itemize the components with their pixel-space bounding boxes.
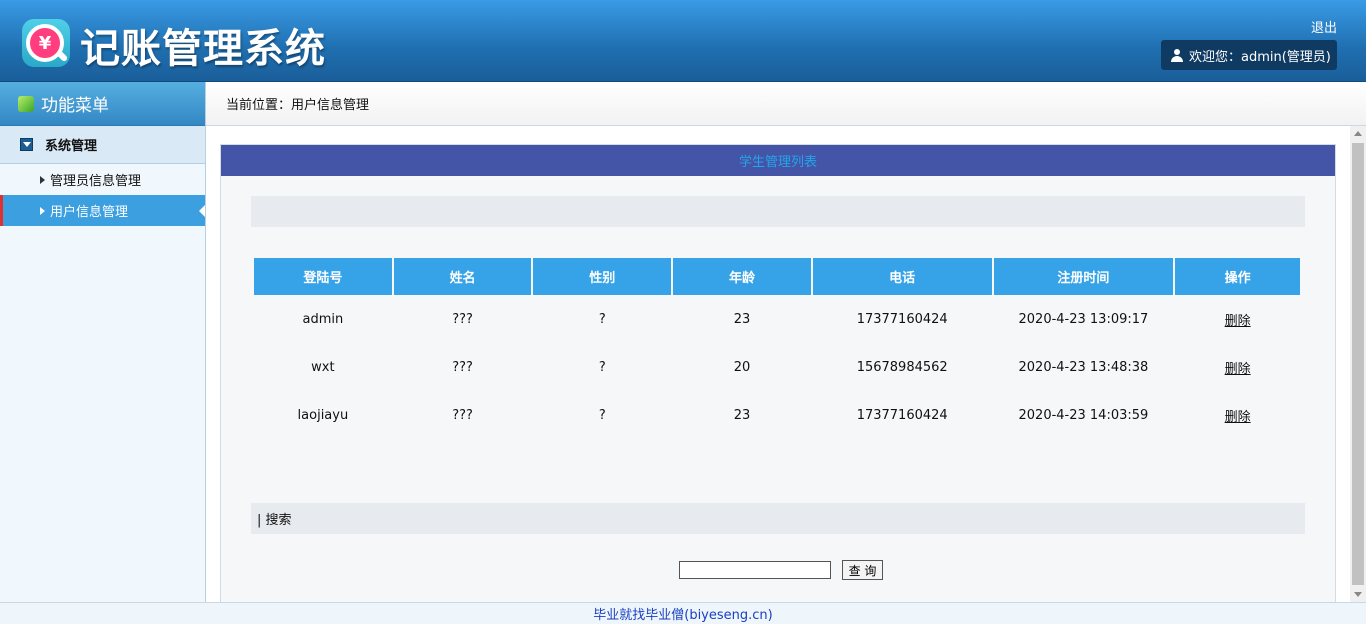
app-title: 记账管理系统 <box>80 26 326 72</box>
cell-name: ??? <box>452 407 473 423</box>
sidebar-item-label: 管理员信息管理 <box>50 174 142 189</box>
vertical-scrollbar[interactable] <box>1350 126 1366 602</box>
table-row: admin ??? ? 23 17377160424 2020-4-23 13:… <box>254 295 1300 343</box>
column-header: 电话 <box>812 258 992 295</box>
cube-icon <box>18 95 34 112</box>
delete-link[interactable]: 删除 <box>1225 314 1251 329</box>
cell-phone: 17377160424 <box>856 407 948 423</box>
sidebar-item-admin-management[interactable]: 管理员信息管理 <box>0 164 205 195</box>
breadcrumb: 当前位置：用户信息管理 <box>206 82 1366 126</box>
cell-registered: 2020-4-23 13:09:17 <box>1018 311 1149 327</box>
cell-gender: ? <box>598 359 606 375</box>
cell-name: ??? <box>452 359 473 375</box>
triangle-right-icon <box>40 175 45 184</box>
search-section-header: | 搜索 <box>251 503 1305 534</box>
delete-link[interactable]: 删除 <box>1225 410 1251 425</box>
delete-link[interactable]: 删除 <box>1225 362 1251 377</box>
footer-link[interactable]: 毕业就找毕业僧(biyeseng.cn) <box>0 602 1366 624</box>
scroll-down-icon[interactable] <box>1354 592 1362 597</box>
sidebar-title: 功能菜单 <box>41 96 109 116</box>
column-header: 注册时间 <box>993 258 1174 295</box>
cell-age: 23 <box>733 311 751 327</box>
welcome-badge: 欢迎您：admin(管理员) <box>1161 40 1337 70</box>
table-header-row: 登陆号 姓名 性别 年龄 电话 注册时间 操作 <box>254 258 1300 295</box>
cell-gender: ? <box>598 311 606 327</box>
app-header: ¥ 记账管理系统 退出 欢迎您：admin(管理员) <box>0 0 1366 82</box>
logout-link[interactable]: 退出 <box>1311 17 1337 36</box>
list-panel: 学生管理列表 登陆号 姓名 性别 年龄 电话 注册时间 操作 admin ??? <box>220 144 1336 604</box>
column-header: 年龄 <box>673 258 811 295</box>
cell-action: 删除 <box>1175 343 1300 391</box>
column-header: 操作 <box>1175 258 1300 295</box>
collapse-icon[interactable] <box>20 138 33 151</box>
cell-age: 23 <box>733 407 751 423</box>
cell-age: 20 <box>733 359 751 375</box>
cell-action: 删除 <box>1175 391 1300 439</box>
user-icon <box>1171 48 1183 62</box>
cell-login: admin <box>302 311 344 327</box>
scroll-up-icon[interactable] <box>1354 131 1362 136</box>
cell-name: ??? <box>452 311 473 327</box>
logo-icon: ¥ <box>22 19 70 67</box>
column-header: 登陆号 <box>254 258 392 295</box>
table-row: laojiayu ??? ? 23 17377160424 2020-4-23 … <box>254 391 1300 439</box>
sidebar: 功能菜单 系统管理 管理员信息管理 用户信息管理 <box>0 82 206 602</box>
cell-gender: ? <box>598 407 606 423</box>
cell-registered: 2020-4-23 14:03:59 <box>1018 407 1149 423</box>
sidebar-group-system[interactable]: 系统管理 <box>0 126 205 164</box>
column-header: 姓名 <box>393 258 532 295</box>
cell-action: 删除 <box>1175 295 1300 343</box>
cell-registered: 2020-4-23 13:48:38 <box>1018 359 1149 375</box>
cell-phone: 17377160424 <box>856 311 948 327</box>
user-table: 登陆号 姓名 性别 年龄 电话 注册时间 操作 admin ??? ? 23 1… <box>252 258 1302 439</box>
cell-phone: 15678984562 <box>856 359 948 375</box>
cell-login: wxt <box>311 359 335 375</box>
column-header: 性别 <box>533 258 672 295</box>
toolbar-bar <box>251 196 1305 227</box>
sidebar-item-user-management[interactable]: 用户信息管理 <box>0 195 205 226</box>
sidebar-item-label: 用户信息管理 <box>50 205 129 220</box>
main-content: 学生管理列表 登陆号 姓名 性别 年龄 电话 注册时间 操作 admin ??? <box>206 126 1350 604</box>
cell-login: laojiayu <box>297 407 349 423</box>
search-input[interactable] <box>679 561 831 579</box>
welcome-text: 欢迎您：admin(管理员) <box>1189 49 1331 65</box>
panel-title: 学生管理列表 <box>221 145 1335 176</box>
triangle-right-icon <box>40 206 45 215</box>
sidebar-group-label: 系统管理 <box>45 139 98 154</box>
scrollbar-thumb[interactable] <box>1352 143 1364 585</box>
sidebar-header: 功能菜单 <box>0 82 205 126</box>
table-row: wxt ??? ? 20 15678984562 2020-4-23 13:48… <box>254 343 1300 391</box>
search-button[interactable]: 查 询 <box>842 560 883 580</box>
